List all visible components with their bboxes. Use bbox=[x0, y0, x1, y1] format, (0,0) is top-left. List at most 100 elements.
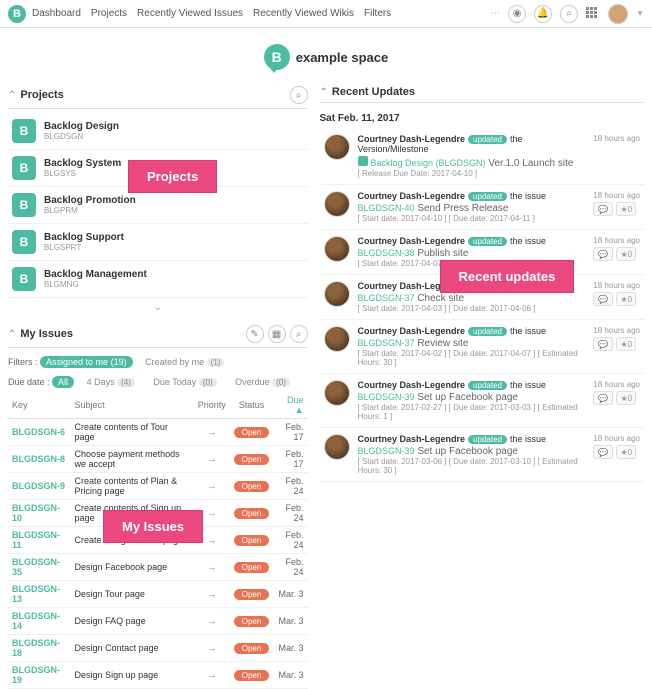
update-meta: [ Start date: 2017-03-06 ] [ Due date: 2… bbox=[358, 457, 594, 475]
update-ref[interactable]: BLGDSGN-37 bbox=[358, 293, 415, 303]
update-user: Courtney Dash-Legendre bbox=[358, 134, 466, 144]
project-key: BLGSPRT bbox=[44, 243, 124, 252]
issue-row[interactable]: BLGDSGN-13Design Tour page→OpenMar. 3 bbox=[8, 581, 308, 608]
update-ref[interactable]: BLGDSGN-39 bbox=[358, 392, 415, 402]
project-item[interactable]: BBacklog DesignBLGDSGN bbox=[8, 113, 308, 150]
update-ref[interactable]: BLGDSGN-39 bbox=[358, 446, 415, 456]
star-icon[interactable]: ★0 bbox=[616, 337, 636, 351]
issue-key[interactable]: BLGDSGN-18 bbox=[8, 635, 71, 662]
issue-row[interactable]: BLGDSGN-18Design Contact page→OpenMar. 3 bbox=[8, 635, 308, 662]
issue-row[interactable]: BLGDSGN-9Create contents of Plan & Prici… bbox=[8, 473, 308, 500]
chevron-down-icon[interactable]: ▼ bbox=[636, 9, 644, 18]
issue-due: Feb. 24 bbox=[273, 554, 307, 581]
filter-all[interactable]: All bbox=[52, 376, 74, 388]
filter-created[interactable]: Created by me (1) bbox=[139, 356, 230, 368]
col-due[interactable]: Due ▲ bbox=[273, 392, 307, 419]
issue-key[interactable]: BLGDSGN-11 bbox=[8, 527, 71, 554]
update-ref[interactable]: BLGDSGN-40 bbox=[358, 203, 415, 213]
issue-key[interactable]: BLGDSGN-9 bbox=[8, 473, 71, 500]
star-icon[interactable]: ★0 bbox=[616, 202, 636, 216]
comment-icon[interactable]: 💬 bbox=[593, 247, 613, 261]
status-badge: Open bbox=[234, 427, 270, 438]
update-item[interactable]: Courtney Dash-Legendreupdatedthe issueBL… bbox=[320, 374, 644, 428]
col-priority[interactable]: Priority bbox=[194, 392, 230, 419]
update-ref[interactable]: BLGDSGN-38 bbox=[358, 248, 415, 258]
issue-key[interactable]: BLGDSGN-13 bbox=[8, 581, 71, 608]
filter-overdue[interactable]: Overdue (0) bbox=[229, 376, 296, 388]
update-title: Review site bbox=[417, 338, 468, 349]
update-ref[interactable]: BLGDSGN-37 bbox=[358, 338, 415, 348]
chevron-down-icon[interactable]: ⌃ bbox=[8, 90, 16, 101]
apps-icon[interactable] bbox=[586, 7, 600, 21]
star-icon[interactable]: ★0 bbox=[616, 445, 636, 459]
updated-badge: updated bbox=[468, 237, 507, 246]
issue-key[interactable]: BLGDSGN-8 bbox=[8, 446, 71, 473]
projects-header: ⌃ Projects ⌕ bbox=[8, 82, 308, 109]
col-subject[interactable]: Subject bbox=[71, 392, 194, 419]
filter-assigned[interactable]: Assigned to me (19) bbox=[40, 356, 133, 368]
status-badge: Open bbox=[234, 562, 270, 573]
update-title: Set up Facebook page bbox=[417, 392, 518, 403]
project-name: Backlog Management bbox=[44, 269, 147, 280]
col-status[interactable]: Status bbox=[230, 392, 274, 419]
update-item[interactable]: Courtney Dash-Legendreupdatedthe Version… bbox=[320, 128, 644, 185]
status-badge: Open bbox=[234, 454, 270, 465]
eye-icon[interactable]: ◉ bbox=[508, 5, 526, 23]
expand-icon[interactable]: ⌄ bbox=[8, 298, 308, 317]
issue-key[interactable]: BLGDSGN-19 bbox=[8, 662, 71, 689]
issue-row[interactable]: BLGDSGN-6Create contents of Tour page→Op… bbox=[8, 419, 308, 446]
filters-row: Filters : Assigned to me (19) Created by… bbox=[8, 352, 308, 372]
star-icon[interactable]: ★0 bbox=[616, 247, 636, 261]
update-item[interactable]: Courtney Dash-Legendreupdatedthe issueBL… bbox=[320, 428, 644, 482]
calendar-icon[interactable]: ▦ bbox=[268, 325, 286, 343]
issue-row[interactable]: BLGDSGN-14Design FAQ page→OpenMar. 3 bbox=[8, 608, 308, 635]
update-item[interactable]: Courtney Dash-Legendreupdatedthe issueBL… bbox=[320, 185, 644, 230]
filter-duetoday[interactable]: Due Today (0) bbox=[147, 376, 222, 388]
update-meta: [ Start date: 2017-02-27 ] [ Due date: 2… bbox=[358, 403, 594, 421]
search-icon[interactable]: ⌕ bbox=[290, 325, 308, 343]
priority-icon: → bbox=[194, 554, 230, 581]
issue-row[interactable]: BLGDSGN-19Design Sign up page→OpenMar. 3 bbox=[8, 662, 308, 689]
topbar: B Dashboard Projects Recently Viewed Issue… bbox=[0, 0, 652, 28]
space-logo-icon: B bbox=[264, 44, 290, 70]
priority-icon: → bbox=[194, 635, 230, 662]
search-icon[interactable]: ⌕ bbox=[290, 86, 308, 104]
chevron-down-icon[interactable]: ⌃ bbox=[8, 329, 16, 340]
filter-4days[interactable]: 4 Days (4) bbox=[81, 376, 141, 388]
chevron-down-icon[interactable]: ⌃ bbox=[320, 87, 328, 98]
comment-icon[interactable]: 💬 bbox=[593, 202, 613, 216]
nav-recently-viewed-issues[interactable]: Recently Viewed Issues bbox=[137, 8, 243, 19]
bell-icon[interactable]: 🔔 bbox=[534, 5, 552, 23]
search-icon[interactable]: ⌕ bbox=[560, 5, 578, 23]
comment-icon[interactable]: 💬 bbox=[593, 391, 613, 405]
issue-due: Feb. 17 bbox=[273, 419, 307, 446]
issue-subject: Design Contact page bbox=[71, 635, 194, 662]
nav-dashboard[interactable]: Dashboard bbox=[32, 8, 81, 19]
project-item[interactable]: BBacklog ManagementBLGMNG bbox=[8, 261, 308, 298]
col-key[interactable]: Key bbox=[8, 392, 71, 419]
issue-row[interactable]: BLGDSGN-8Choose payment methods we accep… bbox=[8, 446, 308, 473]
edit-icon[interactable]: ✎ bbox=[246, 325, 264, 343]
issue-row[interactable]: BLGDSGN-35Design Facebook page→OpenFeb. … bbox=[8, 554, 308, 581]
more-icon[interactable]: ⋯ bbox=[490, 8, 500, 19]
project-item[interactable]: BBacklog SupportBLGSPRT bbox=[8, 224, 308, 261]
update-item[interactable]: Courtney Dash-Legendreupdatedthe issueBL… bbox=[320, 320, 644, 374]
update-ref[interactable]: Backlog Design (BLGDSGN) bbox=[371, 158, 486, 168]
nav-recently-viewed-wikis[interactable]: Recently Viewed Wikis bbox=[253, 8, 354, 19]
update-meta: [ Start date: 2017-04-02 ] [ Due date: 2… bbox=[358, 349, 594, 367]
issue-key[interactable]: BLGDSGN-14 bbox=[8, 608, 71, 635]
nav-projects[interactable]: Projects bbox=[91, 8, 127, 19]
star-icon[interactable]: ★0 bbox=[616, 292, 636, 306]
comment-icon[interactable]: 💬 bbox=[593, 337, 613, 351]
issue-key[interactable]: BLGDSGN-10 bbox=[8, 500, 71, 527]
annotation-my-issues: My Issues bbox=[103, 510, 203, 543]
comment-icon[interactable]: 💬 bbox=[593, 292, 613, 306]
logo-icon[interactable]: B bbox=[8, 5, 26, 23]
user-avatar[interactable] bbox=[608, 4, 628, 24]
comment-icon[interactable]: 💬 bbox=[593, 445, 613, 459]
issue-key[interactable]: BLGDSGN-35 bbox=[8, 554, 71, 581]
issue-key[interactable]: BLGDSGN-6 bbox=[8, 419, 71, 446]
nav-filters[interactable]: Filters bbox=[364, 8, 391, 19]
star-icon[interactable]: ★0 bbox=[616, 391, 636, 405]
issue-subject: Create contents of Plan & Pricing page bbox=[71, 473, 194, 500]
